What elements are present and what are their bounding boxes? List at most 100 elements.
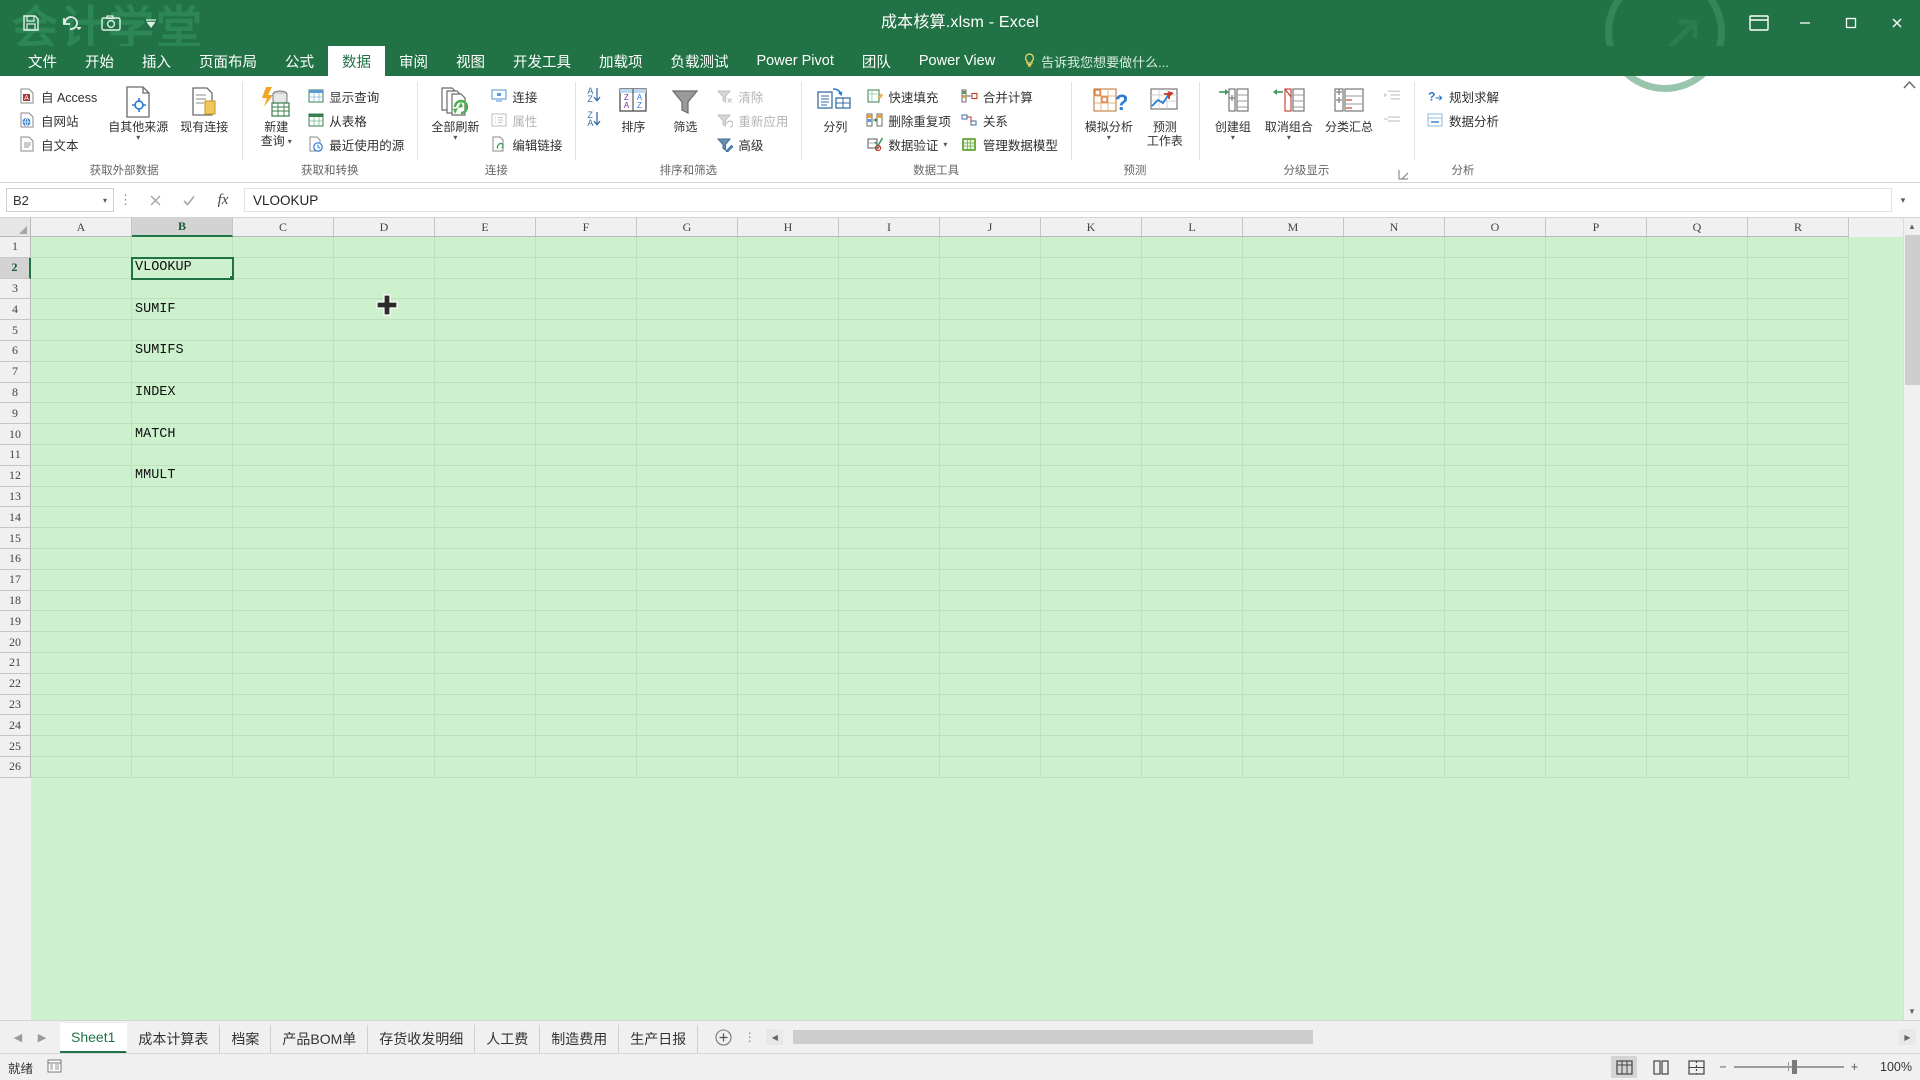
cell-M16[interactable]	[1243, 548, 1344, 570]
zoom-track[interactable]	[1733, 1060, 1844, 1074]
cell-R20[interactable]	[1748, 632, 1849, 653]
cell-A14[interactable]	[31, 507, 132, 529]
close-button[interactable]	[1874, 0, 1920, 46]
cell-K16[interactable]	[1041, 548, 1142, 570]
cell-F24[interactable]	[536, 715, 637, 737]
cell-R8[interactable]	[1748, 382, 1849, 404]
cell-D14[interactable]	[334, 507, 435, 529]
cell-M20[interactable]	[1243, 632, 1344, 653]
cell-I16[interactable]	[839, 548, 940, 570]
cell-M23[interactable]	[1243, 694, 1344, 716]
cell-E10[interactable]	[435, 424, 536, 445]
cell-Q12[interactable]	[1647, 465, 1748, 487]
cell-B11[interactable]	[132, 444, 233, 466]
cell-Q13[interactable]	[1647, 486, 1748, 508]
cell-M3[interactable]	[1243, 278, 1344, 300]
cell-J19[interactable]	[940, 611, 1041, 633]
cell-N14[interactable]	[1344, 507, 1445, 529]
cell-I12[interactable]	[839, 465, 940, 487]
cell-E13[interactable]	[435, 486, 536, 508]
cell-C14[interactable]	[233, 507, 334, 529]
cell-O25[interactable]	[1445, 736, 1546, 757]
cell-A6[interactable]	[31, 340, 132, 362]
cell-M18[interactable]	[1243, 590, 1344, 612]
cell-D22[interactable]	[334, 673, 435, 695]
from-access-button[interactable]: A 自 Access	[14, 84, 102, 108]
cell-Q17[interactable]	[1647, 569, 1748, 591]
cell-M24[interactable]	[1243, 715, 1344, 737]
cell-C22[interactable]	[233, 673, 334, 695]
cell-C3[interactable]	[233, 278, 334, 300]
cell-P12[interactable]	[1546, 465, 1647, 487]
cell-C17[interactable]	[233, 569, 334, 591]
cell-D18[interactable]	[334, 590, 435, 612]
sheet-tab-Sheet1[interactable]: Sheet1	[60, 1022, 128, 1054]
cell-M22[interactable]	[1243, 673, 1344, 695]
cell-A10[interactable]	[31, 424, 132, 445]
cell-C8[interactable]	[233, 382, 334, 404]
cell-A19[interactable]	[31, 611, 132, 633]
cell-J3[interactable]	[940, 278, 1041, 300]
cell-B10[interactable]: MATCH	[132, 424, 233, 445]
cell-J21[interactable]	[940, 652, 1041, 674]
cell-O14[interactable]	[1445, 507, 1546, 529]
cell-K2[interactable]	[1041, 257, 1142, 279]
cell-O8[interactable]	[1445, 382, 1546, 404]
column-header-F[interactable]: F	[536, 218, 637, 237]
cell-Q4[interactable]	[1647, 299, 1748, 321]
cell-L3[interactable]	[1142, 278, 1243, 300]
cell-O17[interactable]	[1445, 569, 1546, 591]
cell-H5[interactable]	[738, 320, 839, 341]
chevron-down-icon[interactable]: ▾	[1231, 134, 1235, 142]
cell-E3[interactable]	[435, 278, 536, 300]
cell-J2[interactable]	[940, 257, 1041, 279]
cell-O7[interactable]	[1445, 361, 1546, 383]
row-header-9[interactable]: 9	[0, 403, 31, 425]
cell-Q7[interactable]	[1647, 361, 1748, 383]
consolidate-button[interactable]: 合并计算	[956, 84, 1063, 108]
cell-D24[interactable]	[334, 715, 435, 737]
cell-C2[interactable]	[233, 257, 334, 279]
cell-D8[interactable]	[334, 382, 435, 404]
data-validation-button[interactable]: 数据验证 ▾	[861, 132, 956, 156]
cell-F13[interactable]	[536, 486, 637, 508]
cell-O19[interactable]	[1445, 611, 1546, 633]
cell-I18[interactable]	[839, 590, 940, 612]
column-header-A[interactable]: A	[31, 218, 132, 237]
cell-R7[interactable]	[1748, 361, 1849, 383]
cell-H25[interactable]	[738, 736, 839, 757]
cell-F19[interactable]	[536, 611, 637, 633]
cell-K4[interactable]	[1041, 299, 1142, 321]
outline-dialog-launcher[interactable]	[1397, 166, 1411, 180]
cell-H7[interactable]	[738, 361, 839, 383]
cell-L2[interactable]	[1142, 257, 1243, 279]
cell-M2[interactable]	[1243, 257, 1344, 279]
cell-I4[interactable]	[839, 299, 940, 321]
cell-A8[interactable]	[31, 382, 132, 404]
chevron-down-icon[interactable]: ▾	[103, 196, 107, 205]
cell-A21[interactable]	[31, 652, 132, 674]
row-header-6[interactable]: 6	[0, 340, 31, 362]
row-header-19[interactable]: 19	[0, 611, 31, 633]
row-header-1[interactable]: 1	[0, 237, 31, 258]
cell-B6[interactable]: SUMIFS	[132, 340, 233, 362]
cell-K22[interactable]	[1041, 673, 1142, 695]
tell-me-box[interactable]: 告诉我您想要做什么...	[1009, 46, 1183, 76]
cell-J5[interactable]	[940, 320, 1041, 341]
cell-N16[interactable]	[1344, 548, 1445, 570]
cell-I19[interactable]	[839, 611, 940, 633]
chevron-down-icon[interactable]: ▾	[943, 140, 947, 148]
cell-D10[interactable]	[334, 424, 435, 445]
cell-J23[interactable]	[940, 694, 1041, 716]
cell-L20[interactable]	[1142, 632, 1243, 653]
cell-B2[interactable]: VLOOKUP	[131, 256, 234, 280]
column-header-O[interactable]: O	[1445, 218, 1546, 237]
cell-L17[interactable]	[1142, 569, 1243, 591]
cell-R15[interactable]	[1748, 528, 1849, 549]
row-header-22[interactable]: 22	[0, 673, 31, 695]
new-query-button[interactable]: 新建 查询 ▾	[250, 82, 302, 150]
cell-P4[interactable]	[1546, 299, 1647, 321]
cell-P2[interactable]	[1546, 257, 1647, 279]
cell-B18[interactable]	[132, 590, 233, 612]
cell-F15[interactable]	[536, 528, 637, 549]
